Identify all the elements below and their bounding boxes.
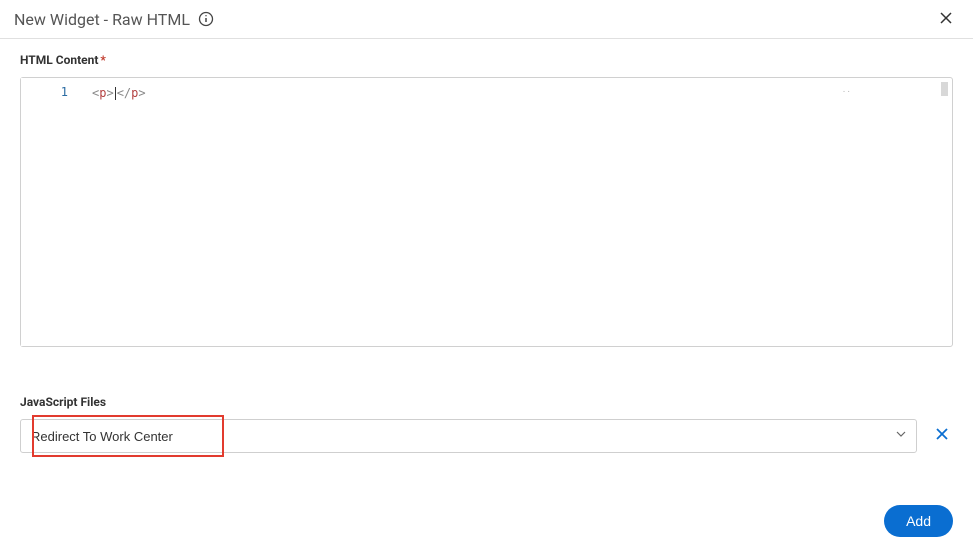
close-icon	[939, 9, 953, 29]
editor-gutter: 1	[21, 78, 76, 346]
code-line-1: <p></p>	[92, 85, 952, 101]
html-content-label: HTML Content*	[20, 53, 953, 67]
remove-js-file-button[interactable]	[931, 423, 953, 450]
modal-footer: Add	[884, 505, 953, 537]
modal-content: HTML Content* 1 <p></p> .. JavaScript Fi…	[0, 39, 973, 453]
info-icon[interactable]	[198, 11, 214, 27]
js-files-row	[20, 419, 953, 453]
close-button[interactable]	[933, 8, 959, 30]
modal-title: New Widget - Raw HTML	[14, 10, 190, 29]
html-content-label-text: HTML Content	[20, 53, 98, 67]
header-left: New Widget - Raw HTML	[14, 10, 214, 29]
editor-fold-mark: ..	[843, 84, 852, 95]
remove-icon	[935, 427, 949, 446]
required-asterisk: *	[100, 53, 105, 67]
js-files-label: JavaScript Files	[20, 395, 953, 409]
modal-header: New Widget - Raw HTML	[0, 0, 973, 39]
html-editor[interactable]: 1 <p></p> ..	[20, 77, 953, 347]
js-file-select[interactable]	[20, 419, 917, 453]
js-file-select-wrap	[20, 419, 917, 453]
editor-code-area[interactable]: <p></p>	[76, 78, 952, 346]
js-files-section: JavaScript Files	[20, 395, 953, 453]
add-button[interactable]: Add	[884, 505, 953, 537]
line-number: 1	[21, 85, 68, 99]
editor-scrollbar[interactable]	[941, 82, 948, 96]
